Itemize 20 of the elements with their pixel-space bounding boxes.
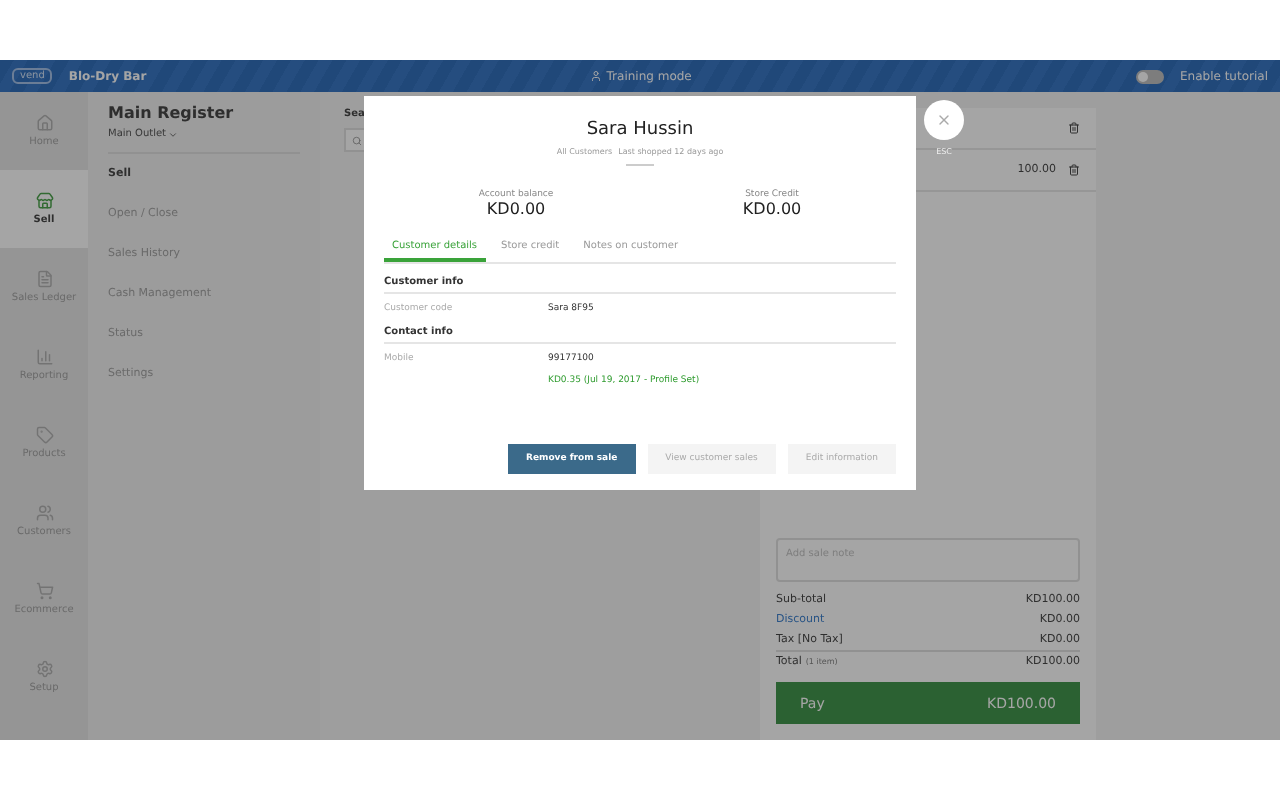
- close-button[interactable]: [924, 100, 964, 140]
- tutorial-toggle[interactable]: [1135, 69, 1164, 83]
- delete-icon[interactable]: [1068, 122, 1080, 134]
- balance-value: KD0.00: [486, 200, 546, 218]
- cart-icon: [35, 582, 53, 600]
- customer-name: Sara Hussin: [584, 120, 696, 140]
- document-icon: [35, 270, 53, 288]
- tag-icon: [35, 426, 53, 444]
- balance-value: KD0.00: [742, 200, 802, 218]
- home-icon: [35, 114, 53, 132]
- delete-icon[interactable]: [1068, 164, 1080, 176]
- store-icon: [35, 192, 53, 210]
- person-icon: [590, 70, 603, 82]
- close-icon: [936, 112, 952, 128]
- people-icon: [35, 504, 53, 522]
- register-title: Main Register: [108, 104, 236, 122]
- settings-icon: [35, 660, 53, 678]
- bar-chart-icon: [35, 348, 53, 366]
- chevron-down-icon: [168, 129, 179, 139]
- search-icon: [352, 135, 362, 145]
